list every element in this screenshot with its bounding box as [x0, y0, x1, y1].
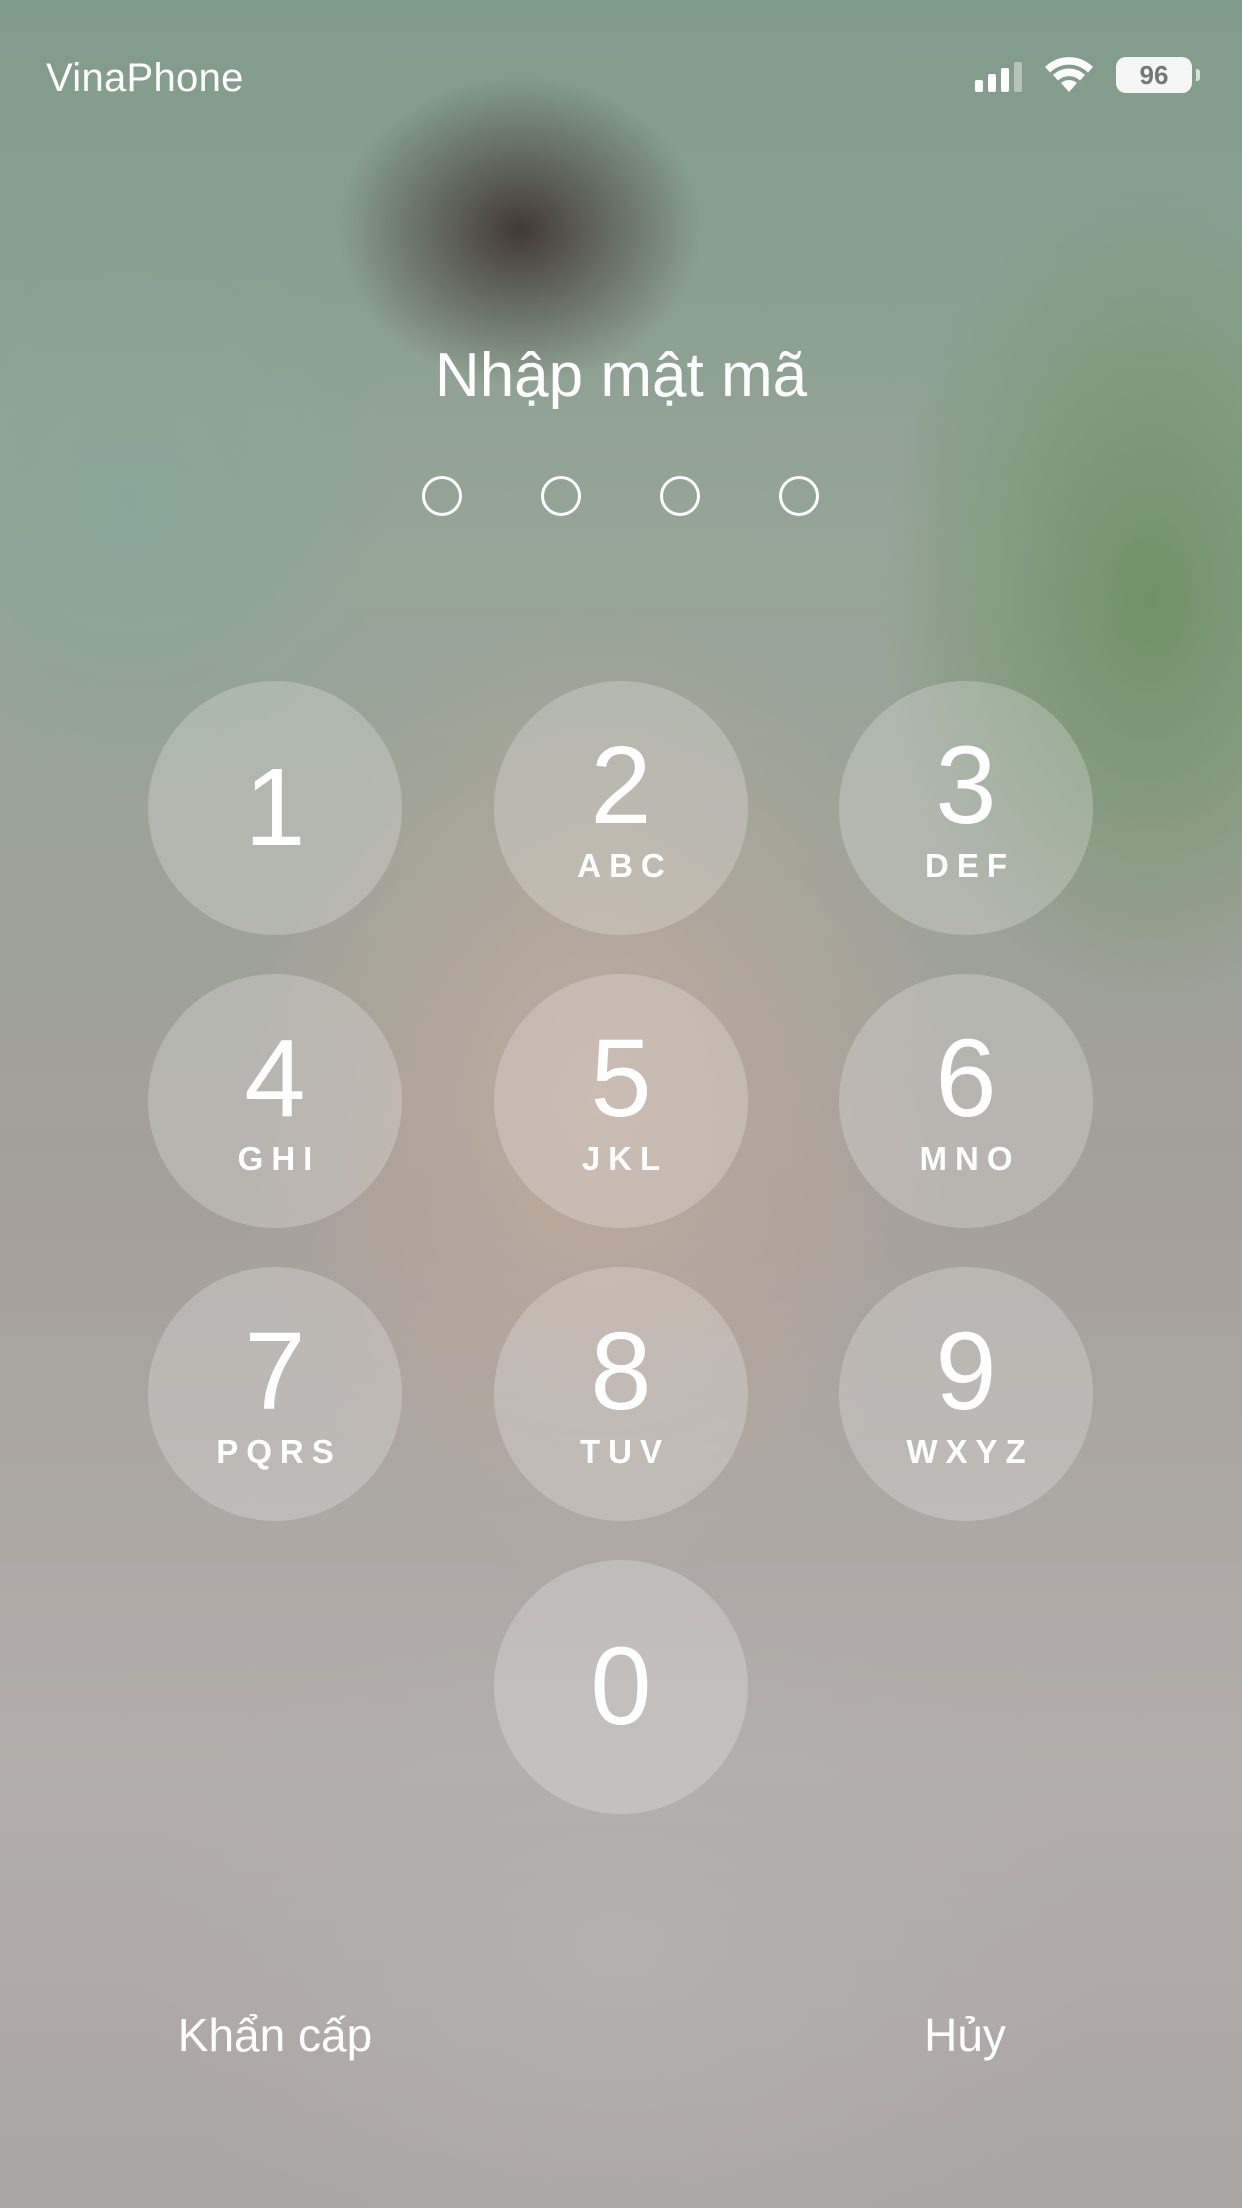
keypad-key-1[interactable]: 1 — [148, 681, 402, 935]
key-digit: 8 — [590, 1310, 652, 1433]
key-digit: 5 — [590, 1017, 652, 1140]
keypad-key-0[interactable]: 0 — [494, 1560, 748, 1814]
wifi-icon — [1045, 57, 1093, 92]
keypad-key-9[interactable]: 9 WXYZ — [839, 1267, 1093, 1521]
key-letters: WXYZ — [906, 1433, 1034, 1470]
passcode-dots — [0, 476, 1242, 522]
key-digit: 2 — [590, 724, 652, 847]
key-digit: 1 — [244, 746, 306, 869]
battery-icon: 96 — [1116, 57, 1200, 93]
key-letters: DEF — [925, 847, 1015, 884]
key-letters: ABC — [577, 847, 673, 884]
passcode-title: Nhập mật mã — [434, 341, 808, 410]
key-digit: 6 — [935, 1017, 997, 1140]
key-digit: 3 — [935, 724, 997, 847]
key-digit: 4 — [244, 1017, 306, 1140]
key-letters: TUV — [580, 1433, 670, 1470]
carrier-name: VinaPhone — [46, 56, 244, 100]
cancel-button[interactable]: Hủy — [815, 2008, 1115, 2062]
passcode-dot-3 — [660, 476, 700, 516]
passcode-dot-1 — [422, 476, 462, 516]
keypad-key-3[interactable]: 3 DEF — [839, 681, 1093, 935]
cellular-signal-icon — [975, 58, 1022, 92]
keypad-key-4[interactable]: 4 GHI — [148, 974, 402, 1228]
key-digit: 7 — [244, 1310, 306, 1433]
keypad-key-7[interactable]: 7 PQRS — [148, 1267, 402, 1521]
key-letters: MNO — [919, 1140, 1021, 1177]
status-bar: VinaPhone 96 — [0, 0, 1242, 150]
key-letters: PQRS — [216, 1433, 342, 1470]
status-icons: 96 — [975, 56, 1200, 94]
key-digit: 9 — [935, 1310, 997, 1433]
emergency-button[interactable]: Khẩn cấp — [125, 2008, 425, 2062]
key-letters: GHI — [237, 1140, 321, 1177]
keypad-key-5[interactable]: 5 JKL — [494, 974, 748, 1228]
key-letters: JKL — [581, 1140, 669, 1177]
keypad-key-2[interactable]: 2 ABC — [494, 681, 748, 935]
passcode-dot-4 — [779, 476, 819, 516]
keypad-key-8[interactable]: 8 TUV — [494, 1267, 748, 1521]
keypad-key-6[interactable]: 6 MNO — [839, 974, 1093, 1228]
passcode-dot-2 — [541, 476, 581, 516]
battery-level: 96 — [1139, 59, 1169, 90]
key-digit: 0 — [590, 1625, 652, 1748]
